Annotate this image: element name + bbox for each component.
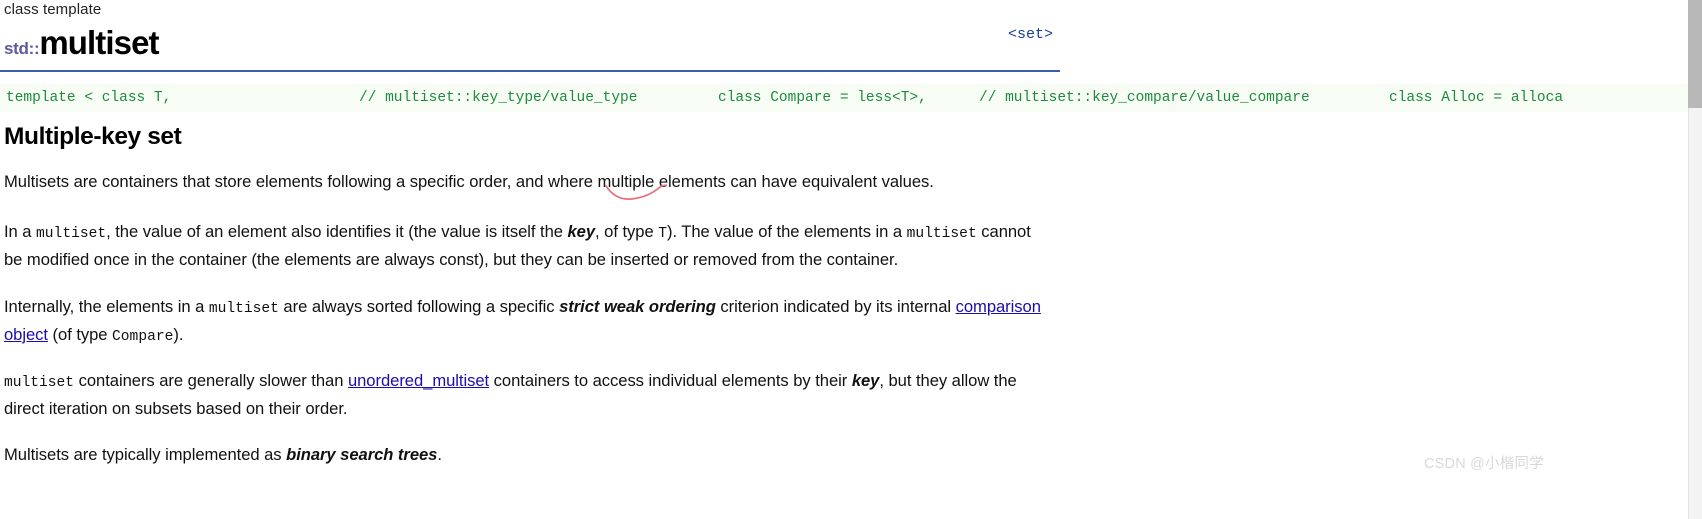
template-segment-4: // multiset::key_compare/value_compare [979,90,1310,106]
template-segment-3: class Compare = less<T>, [718,90,927,106]
template-segment-1: template < class T, [6,90,172,106]
p2-code-multiset-2: multiset [906,226,977,242]
p2-code-multiset-1: multiset [36,226,107,242]
link-unordered-multiset[interactable]: unordered_multiset [348,371,489,390]
header-include-label: <set> [1008,26,1054,43]
p5-text-b: . [437,445,442,464]
title-divider [0,70,1060,72]
p3-text-c: criterion indicated by its internal [715,297,956,316]
p4-code-multiset: multiset [4,375,75,391]
paragraph-intro-text: Multisets are containers that store elem… [4,172,934,191]
p2-emphasis-key: key [567,222,596,241]
documentation-page: class template std::multiset <set> templ… [0,0,1690,519]
p2-text-c: , of type [595,222,659,241]
p2-text-d: ). The value of the elements in a [666,222,907,241]
page-title: std::multiset [4,24,1059,68]
section-heading: Multiple-key set [4,123,182,150]
paragraph-value-identity: In a multiset, the value of an element a… [4,219,1052,272]
p2-code-type-t: T [658,226,667,242]
paragraph-implementation: Multisets are typically implemented as b… [4,442,1052,467]
template-segment-5: class Alloc = alloca [1389,90,1564,106]
vertical-scrollbar-thumb[interactable] [1688,0,1702,108]
p4-emphasis-key: key [851,371,880,390]
p5-text-a: Multisets are typically implemented as [4,445,287,464]
p2-text-b: , the value of an element also identifie… [106,222,568,241]
p5-emphasis-binary-search-trees: binary search trees [286,445,438,464]
paragraph-performance: multiset containers are generally slower… [4,368,1052,421]
p2-text-a: In a [4,222,37,241]
namespace-prefix: std:: [4,39,40,58]
p4-text-b: containers to access individual elements… [489,371,852,390]
template-segment-2: // multiset::key_type/value_type [359,90,638,106]
p3-text-d: (of type [47,325,113,344]
p3-emphasis-strict-weak-ordering: strict weak ordering [559,297,716,316]
watermark: CSDN @小楷同学 [1424,456,1544,472]
p3-text-e: ). [173,325,184,344]
paragraph-ordering: Internally, the elements in a multiset a… [4,294,1052,350]
class-name: multiset [39,24,159,61]
p4-text-a: containers are generally slower than [74,371,348,390]
p3-code-compare: Compare [112,329,174,345]
vertical-scrollbar[interactable] [1688,0,1702,519]
p3-text-a: Internally, the elements in a [4,297,209,316]
p3-text-b: are always sorted following a specific [278,297,560,316]
page-kind-label: class template [4,1,102,18]
p3-code-multiset: multiset [208,301,279,317]
template-signature-line: template < class T, // multiset::key_typ… [0,84,1690,112]
paragraph-intro: Multisets are containers that store elem… [4,169,1052,194]
